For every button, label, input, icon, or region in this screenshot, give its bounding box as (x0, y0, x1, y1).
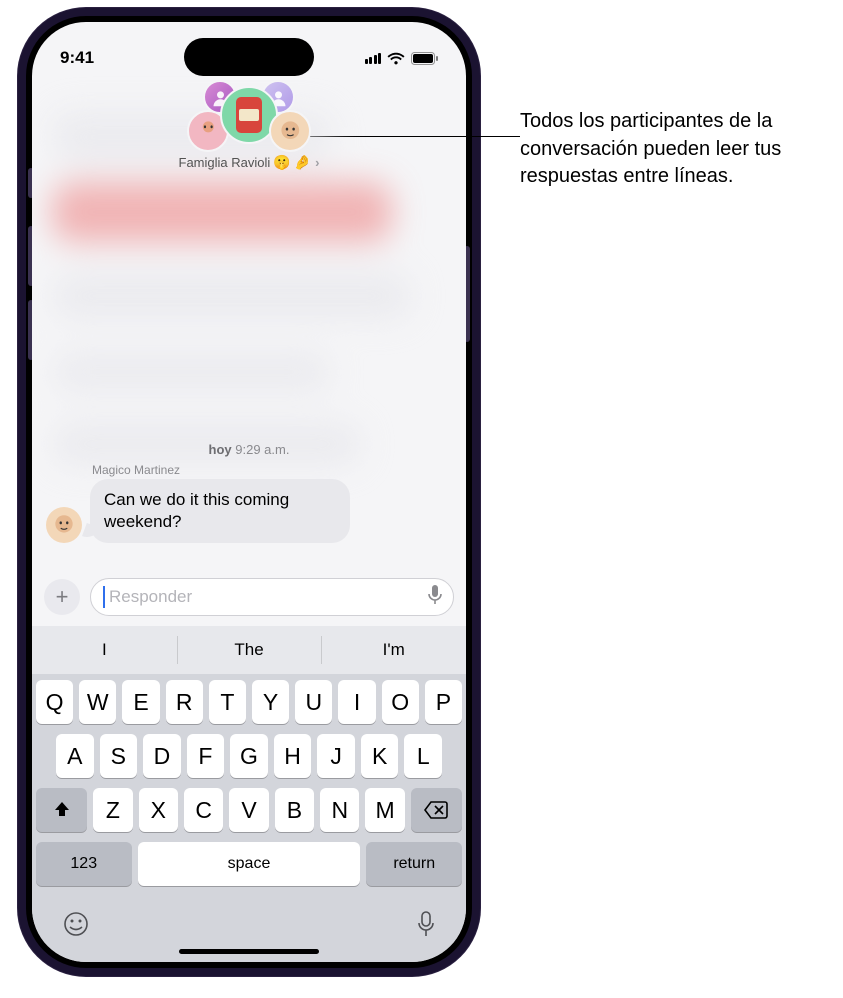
key-i[interactable]: I (338, 680, 375, 724)
key-p[interactable]: P (425, 680, 462, 724)
key-j[interactable]: J (317, 734, 355, 778)
key-q[interactable]: Q (36, 680, 73, 724)
reply-placeholder: Responder (109, 587, 192, 607)
home-indicator[interactable] (179, 949, 319, 954)
keyboard: Q W E R T Y U I O P A S D (32, 674, 466, 962)
callout-text: Todos los participantes de la conversaci… (520, 108, 830, 191)
dictation-inline-icon[interactable] (427, 584, 443, 611)
message-timestamp: hoy 9:29 a.m. (32, 442, 466, 457)
chevron-right-icon: › (315, 155, 319, 170)
screen: 9:41 (32, 22, 466, 962)
group-title-row[interactable]: Famiglia Ravioli 🤫 🤌 › (179, 154, 320, 171)
emoji-key-icon[interactable] (62, 910, 90, 943)
key-y[interactable]: Y (252, 680, 289, 724)
key-t[interactable]: T (209, 680, 246, 724)
participant-avatars[interactable] (169, 80, 329, 150)
numbers-key[interactable]: 123 (36, 842, 132, 886)
message-row[interactable]: Can we do it this coming weekend? (32, 479, 466, 555)
key-k[interactable]: K (361, 734, 399, 778)
group-name: Famiglia Ravioli (179, 155, 271, 170)
group-emoji-1: 🤫 (273, 154, 290, 171)
message-sender: Magico Martinez (92, 463, 466, 477)
input-bar: + Responder (32, 578, 466, 616)
key-x[interactable]: X (139, 788, 178, 832)
wifi-icon (387, 52, 405, 65)
key-z[interactable]: Z (93, 788, 132, 832)
shift-key[interactable] (36, 788, 87, 832)
key-row-2: A S D F G H J K L (36, 734, 462, 778)
key-v[interactable]: V (229, 788, 268, 832)
key-e[interactable]: E (122, 680, 159, 724)
battery-icon (411, 52, 438, 65)
suggestion-2[interactable]: The (177, 626, 322, 674)
iphone-frame: 9:41 (18, 8, 480, 976)
key-b[interactable]: B (275, 788, 314, 832)
key-l[interactable]: L (404, 734, 442, 778)
key-row-1: Q W E R T Y U I O P (36, 680, 462, 724)
key-u[interactable]: U (295, 680, 332, 724)
return-key[interactable]: return (366, 842, 462, 886)
key-w[interactable]: W (79, 680, 116, 724)
key-r[interactable]: R (166, 680, 203, 724)
key-d[interactable]: D (143, 734, 181, 778)
text-cursor (103, 586, 105, 608)
key-m[interactable]: M (365, 788, 404, 832)
reply-input[interactable]: Responder (90, 578, 454, 616)
key-f[interactable]: F (187, 734, 225, 778)
space-key[interactable]: space (138, 842, 361, 886)
participant-avatar-4 (269, 110, 311, 152)
group-emoji-2: 🤌 (294, 154, 311, 171)
key-o[interactable]: O (382, 680, 419, 724)
key-s[interactable]: S (100, 734, 138, 778)
quicktype-bar: I The I'm (32, 626, 466, 674)
key-row-4: 123 space return (36, 842, 462, 886)
cellular-icon (365, 52, 382, 64)
key-c[interactable]: C (184, 788, 223, 832)
sender-avatar[interactable] (46, 507, 82, 543)
dynamic-island (184, 38, 314, 76)
key-g[interactable]: G (230, 734, 268, 778)
key-n[interactable]: N (320, 788, 359, 832)
add-attachment-button[interactable]: + (44, 579, 80, 615)
message-bubble[interactable]: Can we do it this coming weekend? (90, 479, 350, 543)
chat-header[interactable]: Famiglia Ravioli 🤫 🤌 › (32, 80, 466, 171)
key-h[interactable]: H (274, 734, 312, 778)
suggestion-3[interactable]: I'm (321, 626, 466, 674)
suggestion-1[interactable]: I (32, 626, 177, 674)
key-a[interactable]: A (56, 734, 94, 778)
key-row-3: Z X C V B N M (36, 788, 462, 832)
status-time: 9:41 (60, 48, 94, 68)
backspace-key[interactable] (411, 788, 462, 832)
dictation-key-icon[interactable] (416, 910, 436, 943)
